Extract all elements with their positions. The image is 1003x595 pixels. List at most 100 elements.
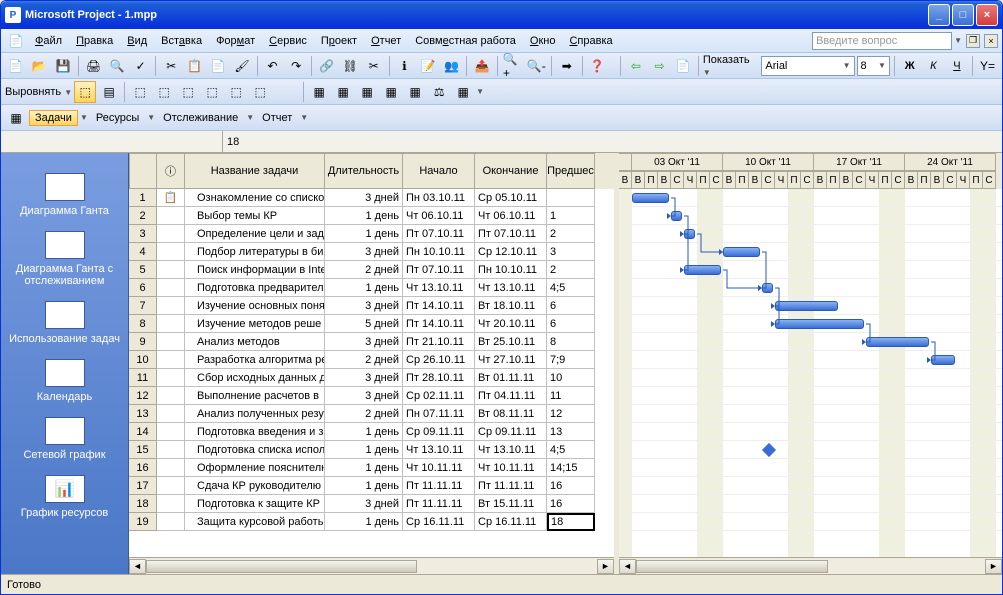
sidebar-resource-graph[interactable]: 📊График ресурсов (1, 471, 128, 529)
finish-cell[interactable]: Чт 20.10.11 (475, 315, 547, 333)
row-number[interactable]: 1 (129, 189, 157, 207)
gantt-row[interactable] (619, 477, 1002, 495)
preview-icon[interactable]: 🔍 (106, 55, 128, 77)
task-name-cell[interactable]: Изучение основных поня (185, 297, 325, 315)
task-name-cell[interactable]: Анализ методов (185, 333, 325, 351)
gantt-row[interactable] (619, 207, 1002, 225)
week-header[interactable]: 17 Окт '11 (814, 153, 905, 171)
gantt-row[interactable] (619, 459, 1002, 477)
row-number[interactable]: 19 (129, 513, 157, 531)
copy-icon[interactable]: 📋 (184, 55, 206, 77)
pred-cell[interactable]: 13 (547, 423, 595, 441)
menu-file[interactable]: Файл (29, 33, 68, 49)
finish-cell[interactable]: Ср 05.10.11 (475, 189, 547, 207)
table-row[interactable]: 5Поиск информации в Inte2 днейПт 07.10.1… (129, 261, 614, 279)
col-finish[interactable]: Окончание (475, 153, 547, 189)
pred-cell[interactable]: 14;15 (547, 459, 595, 477)
duration-cell[interactable]: 1 день (325, 225, 403, 243)
italic-icon[interactable]: К (923, 55, 945, 77)
start-cell[interactable]: Пт 07.10.11 (403, 225, 475, 243)
tool-b-icon[interactable]: ⬚ (153, 81, 175, 103)
start-cell[interactable]: Пт 11.11.11 (403, 495, 475, 513)
table-row[interactable]: 1📋Ознакомление со списко3 днейПн 03.10.1… (129, 189, 614, 207)
row-info[interactable] (157, 405, 185, 423)
start-cell[interactable]: Пт 14.10.11 (403, 297, 475, 315)
row-info[interactable] (157, 513, 185, 531)
duration-cell[interactable]: 3 дней (325, 495, 403, 513)
spell-icon[interactable]: ✓ (130, 55, 152, 77)
grid7-icon[interactable]: ▦ (452, 81, 474, 103)
table-row[interactable]: 3Определение цели и зада1 деньПт 07.10.1… (129, 225, 614, 243)
start-cell[interactable]: Пн 10.10.11 (403, 243, 475, 261)
row-info[interactable] (157, 243, 185, 261)
menu-tools[interactable]: Сервис (263, 33, 313, 49)
week-header[interactable]: 10 Окт '11 (723, 153, 814, 171)
row-number[interactable]: 14 (129, 423, 157, 441)
assign-icon[interactable]: 👥 (441, 55, 463, 77)
task-name-cell[interactable]: Разработка алгоритма ре (185, 351, 325, 369)
row-info[interactable] (157, 441, 185, 459)
gantt-row[interactable] (619, 369, 1002, 387)
task-name-cell[interactable]: Поиск информации в Inte (185, 261, 325, 279)
goto-icon[interactable]: ➡ (556, 55, 578, 77)
pred-cell[interactable]: 11 (547, 387, 595, 405)
grid1-icon[interactable]: ▦ (308, 81, 330, 103)
row-info[interactable] (157, 261, 185, 279)
pred-cell[interactable]: 4;5 (547, 441, 595, 459)
new-icon[interactable]: 📄 (5, 55, 27, 77)
nav-fwd-icon[interactable]: ⇨ (649, 55, 671, 77)
save-icon[interactable]: 💾 (52, 55, 74, 77)
gantt-bar[interactable] (684, 265, 721, 275)
table-row[interactable]: 14Подготовка введения и з1 деньСр 09.11.… (129, 423, 614, 441)
gantt-bar[interactable] (762, 283, 773, 293)
tool-f-icon[interactable]: ⬚ (249, 81, 271, 103)
finish-cell[interactable]: Ср 12.10.11 (475, 243, 547, 261)
finish-cell[interactable]: Пт 07.10.11 (475, 225, 547, 243)
notes-icon[interactable]: 📝 (417, 55, 439, 77)
gantt-bar[interactable] (775, 301, 838, 311)
row-info[interactable] (157, 225, 185, 243)
gantt-row[interactable] (619, 225, 1002, 243)
finish-cell[interactable]: Вт 18.10.11 (475, 297, 547, 315)
table-row[interactable]: 13Анализ полученных резу2 днейПн 07.11.1… (129, 405, 614, 423)
pred-cell[interactable]: 16 (547, 495, 595, 513)
finish-cell[interactable]: Вт 08.11.11 (475, 405, 547, 423)
gantt-bar[interactable] (723, 247, 760, 257)
split-icon[interactable]: ✂ (363, 55, 385, 77)
task-name-cell[interactable]: Выполнение расчетов в (185, 387, 325, 405)
duration-cell[interactable]: 3 дней (325, 189, 403, 207)
gantt-bar[interactable] (671, 211, 682, 221)
finish-cell[interactable]: Вт 01.11.11 (475, 369, 547, 387)
start-cell[interactable]: Чт 10.11.11 (403, 459, 475, 477)
start-cell[interactable]: Ср 09.11.11 (403, 423, 475, 441)
grid2-icon[interactable]: ▦ (332, 81, 354, 103)
menu-report[interactable]: Отчет (365, 33, 407, 49)
col-start[interactable]: Начало (403, 153, 475, 189)
views-icon[interactable]: ▦ (5, 107, 27, 129)
redo-icon[interactable]: ↷ (285, 55, 307, 77)
table-row[interactable]: 15Подготовка списка испол1 деньЧт 13.10.… (129, 441, 614, 459)
table-row[interactable]: 17Сдача КР руководителю1 деньПт 11.11.11… (129, 477, 614, 495)
task-name-cell[interactable]: Подготовка введения и з (185, 423, 325, 441)
sidebar-tracking-gantt[interactable]: ▭Диаграмма Ганта с отслеживанием (1, 227, 128, 297)
gantt-row[interactable] (619, 243, 1002, 261)
col-rownum[interactable] (129, 153, 157, 189)
pred-cell[interactable] (547, 189, 595, 207)
start-cell[interactable]: Пт 21.10.11 (403, 333, 475, 351)
pred-cell[interactable]: 4;5 (547, 279, 595, 297)
gantt-row[interactable] (619, 297, 1002, 315)
open-icon[interactable]: 📂 (29, 55, 51, 77)
menu-format[interactable]: Формат (210, 33, 261, 49)
start-cell[interactable]: Чт 13.10.11 (403, 441, 475, 459)
print-icon[interactable]: 🖨 (83, 55, 105, 77)
gantt-row[interactable] (619, 495, 1002, 513)
start-cell[interactable]: Пт 14.10.11 (403, 315, 475, 333)
sidebar-calendar[interactable]: ▦Календарь (1, 355, 128, 413)
finish-cell[interactable]: Пт 04.11.11 (475, 387, 547, 405)
indent-icon[interactable]: ▤ (98, 81, 120, 103)
row-number[interactable]: 2 (129, 207, 157, 225)
gantt-bar[interactable] (775, 319, 864, 329)
col-info[interactable]: ⓘ (157, 153, 185, 189)
row-info[interactable] (157, 423, 185, 441)
zoom-out-icon[interactable]: 🔍- (525, 55, 547, 77)
